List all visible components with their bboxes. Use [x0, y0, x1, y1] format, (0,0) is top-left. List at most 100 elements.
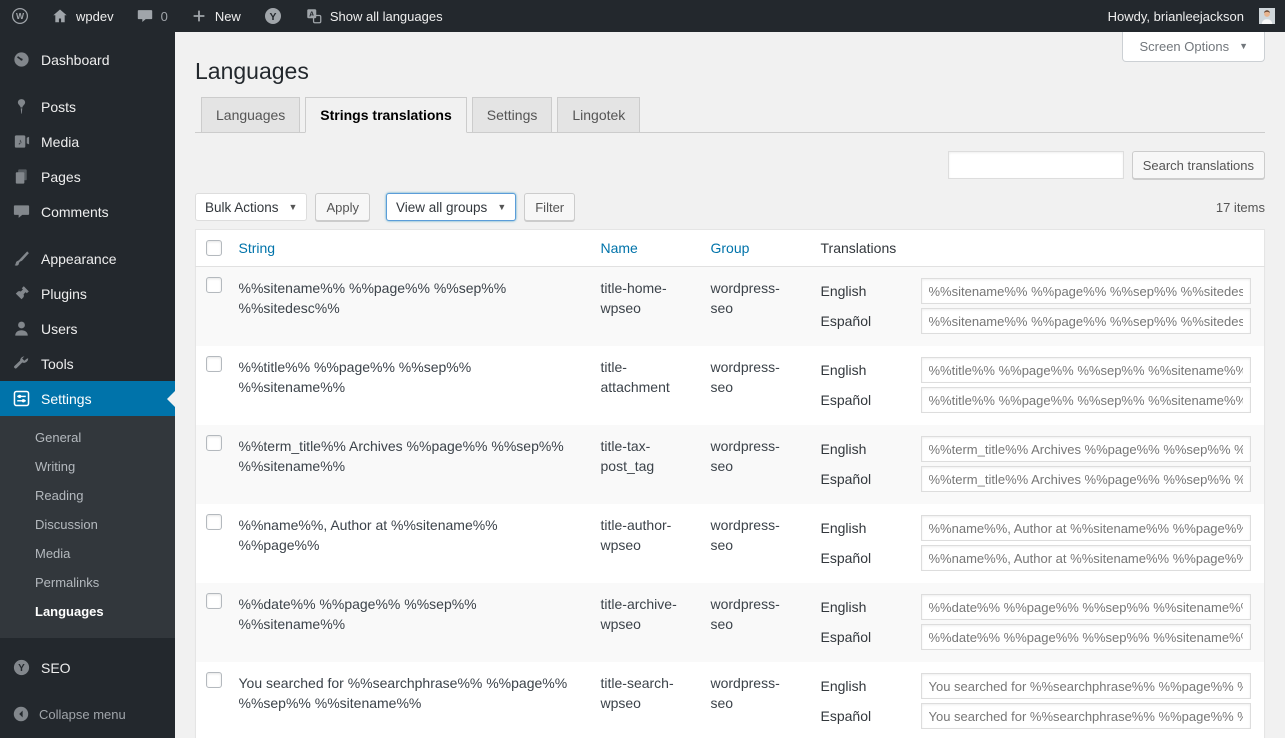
column-header-group[interactable]: Group [701, 230, 811, 267]
settings-icon [12, 389, 31, 408]
row-string: %%term_title%% Archives %%page%% %%sep%%… [229, 425, 591, 504]
row-translations: English Español [811, 267, 1265, 347]
row-name: title-archive-wpseo [591, 583, 701, 662]
yoast-icon [12, 658, 31, 677]
bulk-actions-label: Bulk Actions [205, 200, 279, 215]
group-filter-select[interactable]: View all groups ▼ [386, 193, 516, 221]
row-checkbox[interactable] [206, 672, 222, 688]
wp-logo-menu[interactable] [0, 0, 40, 32]
sidebar-item-comments[interactable]: Comments [0, 194, 175, 229]
plugins-icon [12, 284, 31, 303]
sidebar-item-seo[interactable]: SEO [0, 650, 175, 685]
collapse-menu-button[interactable]: Collapse menu [0, 698, 175, 730]
table-row: %%term_title%% Archives %%page%% %%sep%%… [196, 425, 1265, 504]
yoast-menu[interactable] [252, 0, 294, 32]
new-label: New [215, 9, 241, 24]
translation-input[interactable] [921, 387, 1251, 413]
home-icon [51, 7, 69, 25]
row-checkbox[interactable] [206, 435, 222, 451]
sidebar-item-posts[interactable]: Posts [0, 89, 175, 124]
site-name-menu[interactable]: wpdev [40, 0, 125, 32]
translation-row: Español [821, 308, 1255, 334]
row-name: title-search-wpseo [591, 662, 701, 738]
translation-input[interactable] [921, 594, 1251, 620]
translation-input[interactable] [921, 466, 1251, 492]
howdy-text: Howdy, brianleejackson [1108, 9, 1244, 24]
table-row: %%title%% %%page%% %%sep%% %%sitename%% … [196, 346, 1265, 425]
tab-lingotek[interactable]: Lingotek [557, 97, 640, 133]
table-row: %%sitename%% %%page%% %%sep%% %%sitedesc… [196, 267, 1265, 347]
page-title: Languages [195, 32, 1265, 97]
account-menu[interactable]: Howdy, brianleejackson [1097, 0, 1275, 32]
sidebar-item-label: Posts [41, 99, 76, 115]
sidebar-item-label: Dashboard [41, 52, 110, 68]
sidebar-item-settings[interactable]: Settings [0, 381, 175, 416]
translation-input[interactable] [921, 308, 1251, 334]
sidebar-item-media[interactable]: Media [0, 124, 175, 159]
sidebar-item-label: Media [41, 134, 79, 150]
row-name: title-tax-post_tag [591, 425, 701, 504]
translation-input[interactable] [921, 545, 1251, 571]
translation-input[interactable] [921, 436, 1251, 462]
sidebar-item-dashboard[interactable]: Dashboard [0, 42, 175, 77]
filters-toolbar: Bulk Actions ▼ Apply View all groups ▼ F… [195, 193, 1265, 221]
row-group: wordpress-seo [701, 425, 811, 504]
new-content-menu[interactable]: New [179, 0, 252, 32]
translation-row: Español [821, 387, 1255, 413]
sidebar-item-users[interactable]: Users [0, 311, 175, 346]
dashboard-icon [12, 50, 31, 69]
row-checkbox[interactable] [206, 593, 222, 609]
sidebar-item-plugins[interactable]: Plugins [0, 276, 175, 311]
row-checkbox[interactable] [206, 356, 222, 372]
language-label: English [821, 281, 921, 301]
language-label: Español [821, 627, 921, 647]
tab-settings[interactable]: Settings [472, 97, 553, 133]
translation-input[interactable] [921, 673, 1251, 699]
translation-input[interactable] [921, 357, 1251, 383]
column-header-string[interactable]: String [229, 230, 591, 267]
translation-input[interactable] [921, 624, 1251, 650]
submenu-item-languages[interactable]: Languages [0, 597, 175, 626]
admin-sidebar: Dashboard Posts Media Pages Comments Appearan… [0, 32, 175, 738]
avatar [1259, 8, 1275, 24]
sidebar-item-appearance[interactable]: Appearance [0, 241, 175, 276]
row-checkbox[interactable] [206, 277, 222, 293]
submenu-item-reading[interactable]: Reading [0, 481, 175, 510]
translation-input[interactable] [921, 703, 1251, 729]
submenu-item-general[interactable]: General [0, 423, 175, 452]
language-label: Español [821, 469, 921, 489]
row-checkbox[interactable] [206, 514, 222, 530]
chevron-down-icon: ▼ [1239, 42, 1248, 51]
screen-options-button[interactable]: Screen Options ▼ [1122, 32, 1265, 62]
select-all-checkbox[interactable] [206, 240, 222, 256]
filter-button[interactable]: Filter [524, 193, 575, 221]
show-all-languages-label: Show all languages [330, 9, 443, 24]
comments-menu[interactable]: 0 [125, 0, 179, 32]
search-input[interactable] [948, 151, 1124, 179]
sidebar-item-tools[interactable]: Tools [0, 346, 175, 381]
submenu-item-writing[interactable]: Writing [0, 452, 175, 481]
submenu-item-discussion[interactable]: Discussion [0, 510, 175, 539]
translation-input[interactable] [921, 515, 1251, 541]
sidebar-item-label: Comments [41, 204, 109, 220]
apply-button[interactable]: Apply [315, 193, 370, 221]
sidebar-item-pages[interactable]: Pages [0, 159, 175, 194]
column-header-name[interactable]: Name [591, 230, 701, 267]
group-filter-label: View all groups [396, 200, 487, 215]
language-label: Español [821, 548, 921, 568]
tab-bar: LanguagesStrings translationsSettingsLin… [195, 97, 1265, 133]
translation-row: English [821, 357, 1255, 383]
translation-row: English [821, 673, 1255, 699]
show-all-languages-menu[interactable]: Show all languages [294, 0, 454, 32]
translation-input[interactable] [921, 278, 1251, 304]
pin-icon [12, 97, 31, 116]
translation-row: Español [821, 624, 1255, 650]
translation-row: Español [821, 466, 1255, 492]
bulk-actions-select[interactable]: Bulk Actions ▼ [195, 193, 307, 221]
tab-strings-translations[interactable]: Strings translations [305, 97, 466, 133]
submenu-item-media[interactable]: Media [0, 539, 175, 568]
sidebar-item-label: Settings [41, 391, 92, 407]
search-translations-button[interactable]: Search translations [1132, 151, 1265, 179]
tab-languages[interactable]: Languages [201, 97, 300, 133]
submenu-item-permalinks[interactable]: Permalinks [0, 568, 175, 597]
